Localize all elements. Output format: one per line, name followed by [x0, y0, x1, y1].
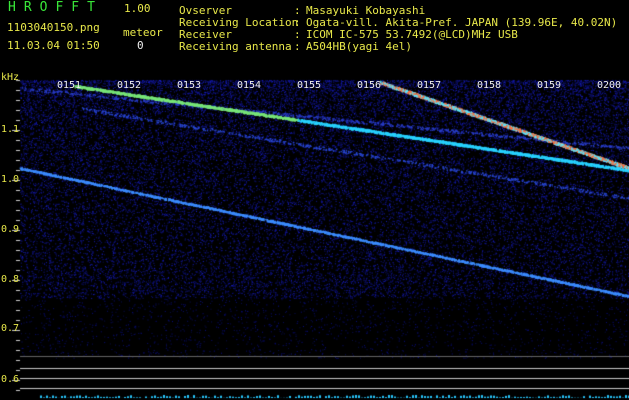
meteor-count: 0 — [137, 39, 144, 52]
freq-tick-label: 0.8 — [1, 274, 20, 285]
freq-tick-label: 1.1 — [1, 124, 20, 135]
time-tick-label: 0151 — [57, 80, 82, 91]
time-tick-label: 0155 — [297, 80, 322, 91]
capture-datetime: 11.03.04 01:50 — [7, 39, 100, 52]
time-tick-label: 0159 — [537, 80, 562, 91]
freq-tick-label: 1.0 — [1, 174, 20, 185]
info-label-antenna: Receiving antenna — [179, 40, 292, 53]
time-tick-label: 0153 — [177, 80, 202, 91]
time-tick-label: 0154 — [237, 80, 262, 91]
time-tick-label: 0200 — [597, 80, 622, 91]
time-tick-label: 0152 — [117, 80, 142, 91]
time-tick-label: 0156 — [357, 80, 382, 91]
info-value-antenna: A504HB(yagi 4el) — [306, 40, 412, 53]
freq-tick-label: 0.9 — [1, 224, 20, 235]
file-name: 1103040150.png — [7, 21, 100, 34]
time-tick-label: 0158 — [477, 80, 502, 91]
meteor-label: meteor — [123, 26, 163, 39]
spectrogram: kHz 1.1 1.0 0.9 0.8 0.7 0.6 0151 0152 01… — [0, 68, 629, 400]
freq-unit-label: kHz — [1, 72, 20, 83]
freq-tick-label: 0.6 — [1, 374, 20, 385]
freq-tick-label: 0.7 — [1, 323, 20, 334]
time-tick-label: 0157 — [417, 80, 442, 91]
app-name: HROFFT — [8, 0, 103, 15]
app-version: 1.00 — [124, 2, 151, 15]
header-panel: HROFFT 1.00 1103040150.png meteor 11.03.… — [0, 0, 629, 68]
spectrogram-canvas — [0, 68, 629, 400]
info-sep: : — [294, 40, 301, 53]
